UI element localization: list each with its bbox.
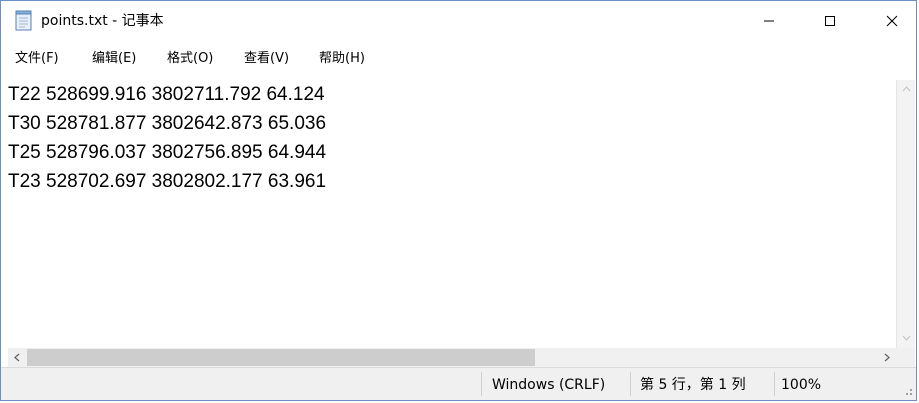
maximize-icon [825,16,835,26]
menu-edit[interactable]: 编辑(E) [92,50,136,68]
title-bar[interactable]: points.txt - 记事本 [1,1,916,41]
scrollbar-corner [896,348,915,367]
text-line: T23 528702.697 3802802.177 63.961 [8,171,327,192]
close-button[interactable] [869,1,915,41]
menu-help[interactable]: 帮助(H) [319,50,365,68]
menu-view[interactable]: 查看(V) [244,50,289,68]
status-cursor-position: 第 5 行，第 1 列 [640,377,746,393]
text-line: T25 528796.037 3802756.895 64.944 [8,142,327,163]
menu-bar: 文件(F) 编辑(E) 格式(O) 查看(V) 帮助(H) [1,41,916,77]
menu-file[interactable]: 文件(F) [15,50,59,68]
maximize-button[interactable] [807,1,853,41]
status-divider [481,372,482,396]
horizontal-scrollbar[interactable] [8,348,896,367]
horizontal-scroll-thumb[interactable] [27,349,535,366]
vertical-scrollbar[interactable] [896,80,915,348]
chevron-left-icon[interactable] [8,348,26,367]
status-bar: Windows (CRLF) 第 5 行，第 1 列 100% [1,367,916,400]
status-zoom: 100% [781,377,822,393]
menu-format[interactable]: 格式(O) [167,50,213,68]
status-line-ending: Windows (CRLF) [492,377,606,393]
status-divider [630,372,631,396]
notepad-icon [15,10,32,31]
close-icon [886,15,898,27]
chevron-down-icon[interactable] [897,329,915,347]
resize-grip-icon[interactable] [901,384,913,396]
chevron-right-icon[interactable] [878,348,896,367]
chevron-up-icon[interactable] [897,80,915,98]
minimize-icon [764,20,774,22]
notepad-window: points.txt - 记事本 文件(F) 编辑(E) 格式(O) 查看(V)… [0,0,917,401]
text-editor-area[interactable]: T22 528699.916 3802711.792 64.124 T30 52… [8,80,896,348]
status-divider [774,372,775,396]
text-line: T30 528781.877 3802642.873 65.036 [8,113,327,134]
minimize-button[interactable] [746,1,792,41]
window-title: points.txt - 记事本 [41,13,164,29]
text-line: T22 528699.916 3802711.792 64.124 [8,84,325,105]
